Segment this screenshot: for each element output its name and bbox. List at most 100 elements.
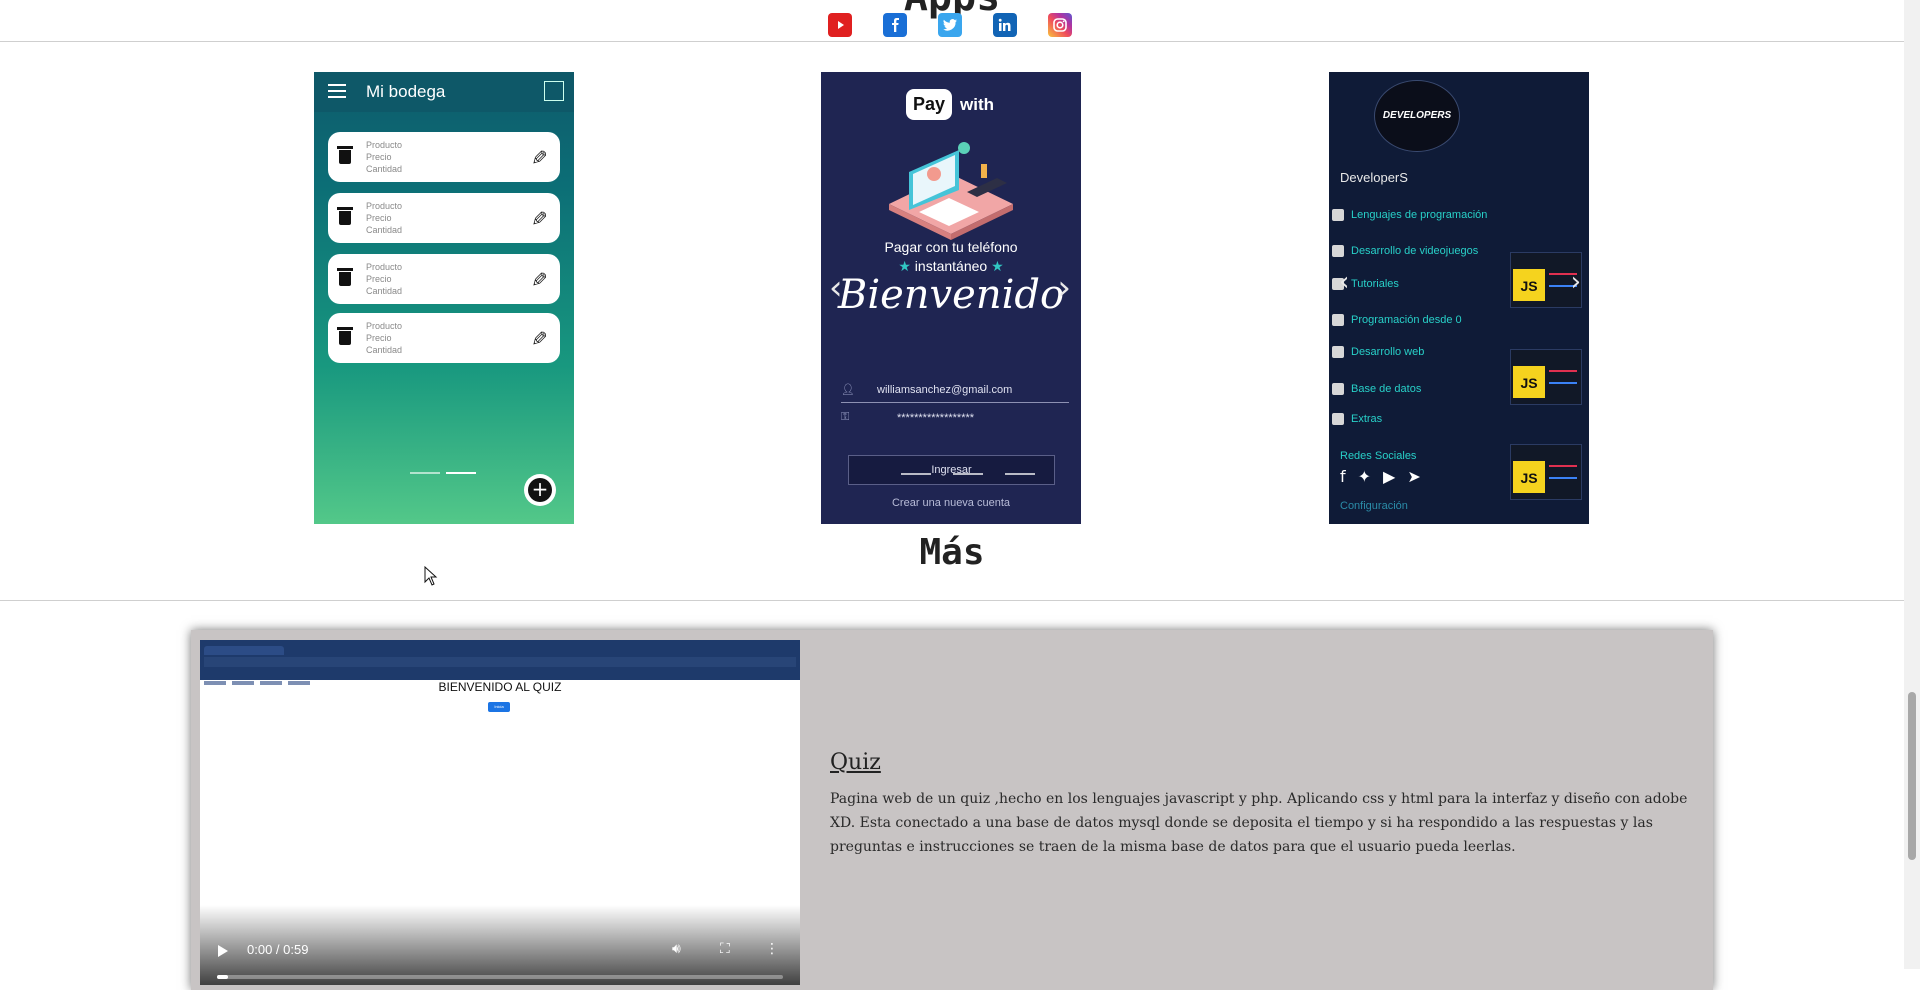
more-section-title: Más (919, 532, 985, 573)
menu-item-icon (1332, 245, 1344, 258)
menu-item-label: Desarrollo web (1351, 346, 1425, 358)
scrollbar-thumb[interactable] (1908, 692, 1916, 860)
video-controls: 0:00 / 0:59 🔊︎ ⛶ ⋮ (200, 905, 800, 985)
quantity-label: Cantidad (366, 286, 403, 296)
js-badge: JS (1513, 366, 1545, 398)
app-title: Mi bodega (366, 82, 446, 101)
js-badge: JS (1513, 269, 1545, 301)
menu-item-icon (1332, 209, 1344, 222)
trash-icon (337, 146, 353, 164)
menu-item-icon (1332, 413, 1344, 426)
video-page-heading: BIENVENIDO AL QUIZ (438, 680, 562, 694)
password-field: ⚿ ****************** (841, 408, 1069, 430)
instagram-icon[interactable] (1048, 13, 1072, 37)
volume-icon[interactable]: 🔊︎ (672, 941, 681, 957)
carousel-next-icon[interactable]: › (1057, 268, 1071, 308)
project-card-quiz: BIENVENIDO AL QUIZ Inicia 0:00 / 0:59 🔊︎… (191, 630, 1713, 990)
product-label: Producto (366, 140, 403, 150)
social-label: Redes Sociales (1340, 450, 1417, 462)
menu-item: Desarrollo web (1332, 346, 1425, 359)
app-topbar: Mi bodega (314, 72, 574, 112)
app-screenshot-developers[interactable]: DEVELOPERS DeveloperS Lenguajes de progr… (1329, 72, 1589, 524)
page-scrollbar[interactable] (1904, 0, 1920, 969)
email-field: 👤︎ williamsanchez@gmail.com (841, 380, 1069, 403)
play-icon[interactable] (218, 945, 228, 957)
video-browser-chrome (200, 640, 800, 685)
menu-item-icon (1332, 383, 1344, 396)
plus-icon: + (528, 478, 552, 502)
menu-icon (328, 84, 346, 102)
edit-icon: ✎ (531, 268, 548, 292)
pay-tagline: Pagar con tu teléfono ★ instantáneo ★ (821, 238, 1081, 276)
product-label: Producto (366, 321, 403, 331)
video-time: 0:00 / 0:59 (247, 942, 309, 957)
social-links (828, 13, 1072, 37)
logo-text: DEVELOPERS (1382, 110, 1452, 121)
email-value: williamsanchez@gmail.com (877, 384, 1013, 396)
price-label: Precio (366, 213, 392, 223)
trash-icon (337, 207, 353, 225)
twitter-icon: ✦ (1357, 467, 1372, 486)
key-icon: ⚿ (841, 411, 850, 423)
menu-item-label: Desarrollo de videojuegos (1351, 245, 1479, 257)
more-options-icon[interactable]: ⋮ (765, 941, 779, 957)
js-thumbnail: JS (1510, 349, 1582, 405)
create-account-link: Crear una nueva cuenta (891, 497, 1011, 509)
settings-label: Configuración (1340, 500, 1408, 512)
brand-name: DeveloperS (1340, 170, 1408, 185)
js-thumbnail: JS (1510, 444, 1582, 500)
menu-item-label: Programación desde 0 (1351, 314, 1462, 326)
twitter-icon[interactable] (938, 13, 962, 37)
user-icon: 👤︎ (841, 384, 855, 396)
divider (0, 41, 1904, 42)
video-progress-fill (217, 975, 229, 979)
add-button: + (524, 474, 556, 506)
carousel-prev-icon[interactable]: ‹ (1339, 267, 1349, 297)
carousel-indicators[interactable] (410, 472, 476, 474)
project-title-link[interactable]: Quiz (830, 750, 881, 775)
facebook-icon[interactable] (883, 13, 907, 37)
edit-icon: ✎ (531, 207, 548, 231)
telegram-icon: ➤ (1407, 467, 1421, 486)
app-screenshot-mi-bodega[interactable]: Mi bodega Producto Precio Cantidad ✎ Pro… (314, 72, 574, 524)
quantity-label: Cantidad (366, 164, 403, 174)
trash-icon (337, 327, 353, 345)
carousel-indicators[interactable] (901, 473, 1035, 475)
menu-item: Base de datos (1332, 383, 1422, 396)
menu-item: Lenguajes de programación (1332, 209, 1488, 222)
trash-icon (337, 268, 353, 286)
desk-illustration (889, 142, 1013, 240)
divider (0, 600, 1904, 601)
pay-logo-box: Pay (906, 89, 953, 120)
product-card: Producto Precio Cantidad ✎ (328, 254, 560, 304)
quantity-label: Cantidad (366, 345, 403, 355)
menu-item: Desarrollo de videojuegos (1332, 245, 1479, 258)
product-label: Producto (366, 201, 403, 211)
price-label: Precio (366, 274, 392, 284)
fullscreen-icon[interactable]: ⛶ (720, 941, 730, 957)
mouse-cursor-icon (424, 566, 438, 586)
menu-item-label: Lenguajes de programación (1351, 209, 1488, 221)
youtube-icon[interactable] (828, 13, 852, 37)
video-page-button: Inicia (488, 702, 510, 712)
carousel-prev-icon[interactable]: ‹ (829, 268, 843, 308)
youtube-icon: ▶ (1383, 467, 1396, 486)
edit-icon: ✎ (531, 327, 548, 351)
menu-item-label: Tutoriales (1351, 278, 1399, 290)
menu-item-label: Extras (1351, 413, 1383, 425)
edit-icon: ✎ (531, 146, 548, 170)
developers-logo: DEVELOPERS (1374, 80, 1460, 152)
product-card: Producto Precio Cantidad ✎ (328, 193, 560, 243)
password-value: ****************** (897, 412, 975, 424)
carousel-next-icon[interactable]: › (1571, 267, 1581, 297)
login-button: Ingresar (848, 455, 1055, 485)
product-label: Producto (366, 262, 403, 272)
menu-item-label: Base de datos (1351, 383, 1422, 395)
video-progress-bar[interactable] (217, 975, 783, 979)
quiz-video-player[interactable]: BIENVENIDO AL QUIZ Inicia 0:00 / 0:59 🔊︎… (200, 640, 800, 985)
app-screenshot-pay-with[interactable]: Pay with Pagar con tu teléfono ★ instant… (821, 72, 1081, 524)
menu-item-icon (1332, 314, 1344, 327)
linkedin-icon[interactable] (993, 13, 1017, 37)
quantity-label: Cantidad (366, 225, 403, 235)
facebook-icon: f (1340, 467, 1346, 486)
